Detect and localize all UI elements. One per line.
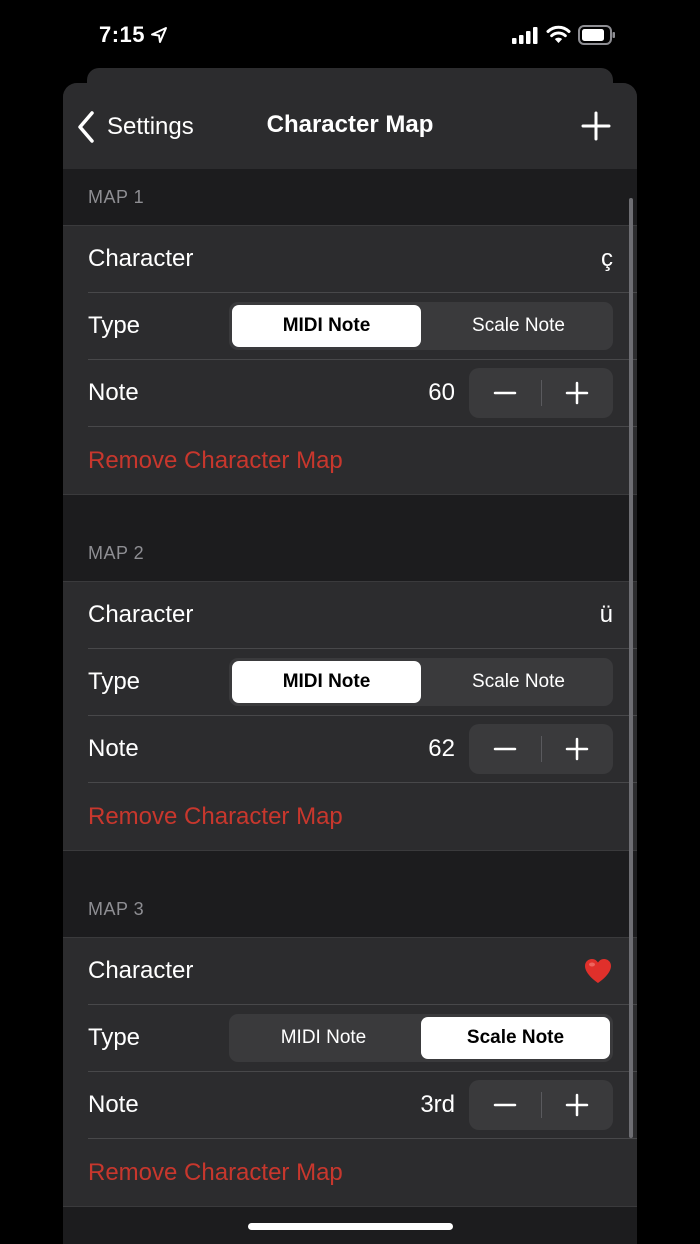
wifi-icon	[546, 25, 571, 43]
note-value: 3rd	[420, 1091, 455, 1118]
note-control: 62	[428, 724, 613, 774]
character-value: ü	[599, 601, 613, 628]
battery-icon	[578, 25, 615, 45]
increment-button[interactable]	[542, 724, 614, 774]
character-map-sheet: Settings Character Map MAP 1 Character ç…	[63, 83, 637, 1244]
heart-icon	[585, 959, 611, 983]
decrement-button[interactable]	[469, 368, 541, 418]
character-label: Character	[88, 601, 194, 628]
segment-scale-note[interactable]: Scale Note	[421, 1017, 610, 1059]
note-row: Note 3rd	[88, 1072, 637, 1139]
segment-scale-note[interactable]: Scale Note	[424, 658, 613, 706]
character-label: Character	[88, 957, 194, 984]
minus-icon	[493, 1103, 516, 1107]
type-label: Type	[88, 1024, 141, 1051]
note-stepper	[469, 368, 613, 418]
page-title: Character Map	[266, 111, 434, 138]
note-value: 60	[428, 379, 455, 406]
type-segmented-control: MIDI Note Scale Note	[229, 302, 613, 350]
note-label: Note	[88, 735, 139, 762]
note-control: 60	[428, 368, 613, 418]
note-row: Note 60	[88, 360, 637, 427]
plus-icon	[566, 737, 589, 761]
section-header-map-1: MAP 1	[88, 186, 145, 207]
cellular-signal-icon	[512, 27, 538, 44]
type-row: Type MIDI Note Scale Note	[88, 649, 637, 716]
scroll-indicator[interactable]	[629, 198, 633, 1138]
location-arrow-icon	[151, 27, 167, 43]
plus-icon	[566, 1093, 589, 1117]
note-label: Note	[88, 379, 139, 406]
minus-icon	[493, 747, 516, 751]
segment-midi-note[interactable]: MIDI Note	[232, 661, 421, 703]
plus-icon	[566, 381, 589, 405]
character-value: ç	[601, 245, 613, 272]
increment-button[interactable]	[542, 1080, 614, 1130]
remove-character-map-button[interactable]: Remove Character Map	[88, 1139, 637, 1206]
decrement-button[interactable]	[469, 1080, 541, 1130]
type-segmented-control: MIDI Note Scale Note	[229, 1014, 613, 1062]
character-label: Character	[88, 245, 194, 272]
note-label: Note	[88, 1091, 139, 1118]
decrement-button[interactable]	[469, 724, 541, 774]
segment-scale-note[interactable]: Scale Note	[424, 302, 613, 350]
map-section-1: Character ç Type MIDI Note Scale Note No…	[63, 225, 637, 495]
remove-character-map-button[interactable]: Remove Character Map	[88, 427, 637, 494]
map-section-2: Character ü Type MIDI Note Scale Note No…	[63, 581, 637, 851]
note-row: Note 62	[88, 716, 637, 783]
type-label: Type	[88, 668, 141, 695]
type-label: Type	[88, 312, 141, 339]
increment-button[interactable]	[542, 368, 614, 418]
type-row: Type MIDI Note Scale Note	[88, 1005, 637, 1072]
character-row[interactable]: Character ü	[88, 582, 637, 649]
note-value: 62	[428, 735, 455, 762]
type-row: Type MIDI Note Scale Note	[88, 293, 637, 360]
status-time: 7:15	[99, 22, 146, 47]
minus-icon	[493, 391, 516, 395]
note-control: 3rd	[420, 1080, 613, 1130]
character-row[interactable]: Character	[88, 938, 637, 1005]
section-header-map-3: MAP 3	[88, 898, 145, 919]
map-section-3: Character Type MIDI Note Scale Note Note…	[63, 937, 637, 1207]
add-icon[interactable]	[579, 109, 613, 143]
character-row[interactable]: Character ç	[88, 226, 637, 293]
map-list: MAP 1 Character ç Type MIDI Note Scale N…	[63, 169, 637, 1207]
note-stepper	[469, 724, 613, 774]
segment-midi-note[interactable]: MIDI Note	[232, 305, 421, 347]
note-stepper	[469, 1080, 613, 1130]
type-segmented-control: MIDI Note Scale Note	[229, 658, 613, 706]
home-indicator[interactable]	[248, 1223, 453, 1230]
segment-midi-note[interactable]: MIDI Note	[229, 1014, 418, 1062]
status-bar: 7:15	[0, 0, 700, 68]
navigation-bar: Settings Character Map	[63, 83, 637, 169]
remove-character-map-button[interactable]: Remove Character Map	[88, 783, 637, 850]
section-header-map-2: MAP 2	[88, 542, 145, 563]
